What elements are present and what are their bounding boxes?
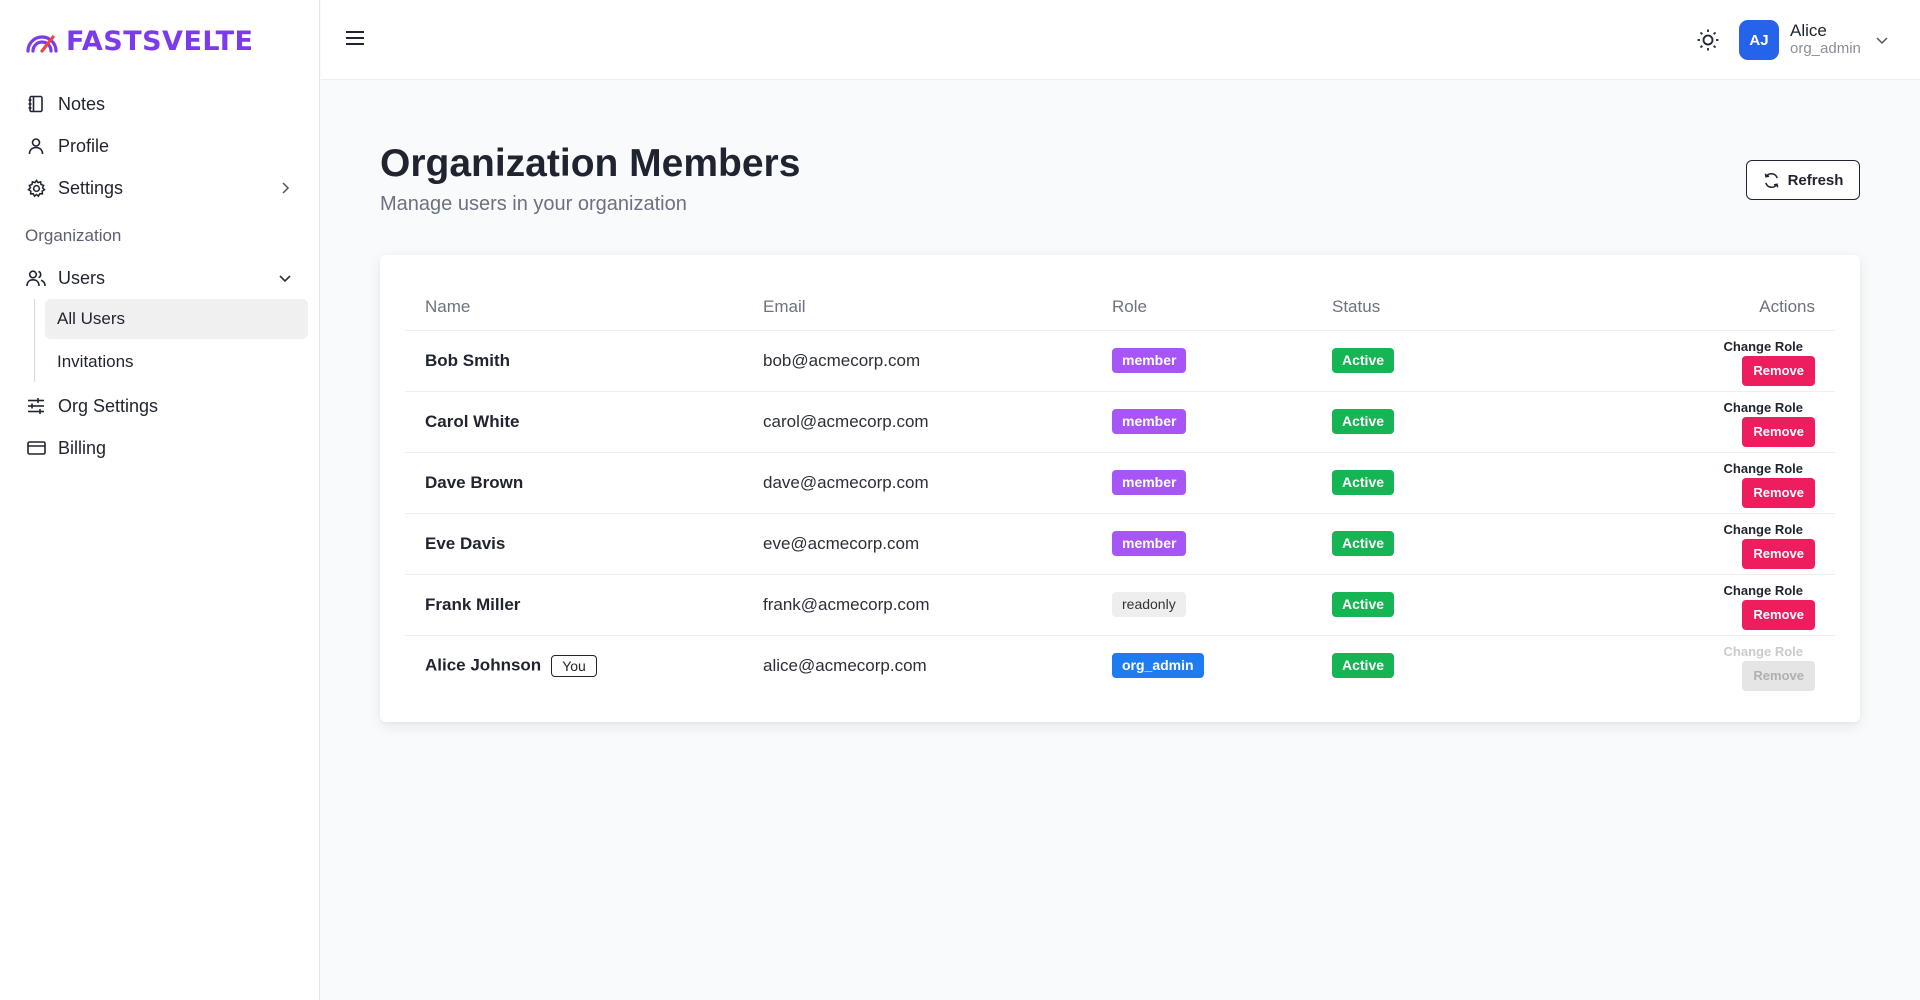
column-header-role: Role: [1092, 285, 1312, 331]
status-badge: Active: [1332, 470, 1395, 495]
column-header-actions: Actions: [1632, 285, 1835, 331]
sidebar-item-profile[interactable]: Profile: [16, 125, 308, 167]
table-row: Alice Johnson You alice@acmecorp.com org_…: [405, 635, 1835, 696]
speedometer-icon: [26, 35, 58, 53]
you-badge: You: [551, 654, 597, 677]
user-info: Alice org_admin: [1790, 22, 1861, 57]
sidebar-section-organization: Organization: [25, 226, 122, 245]
sidebar-item-all-users[interactable]: All Users: [45, 299, 308, 339]
member-email: eve@acmecorp.com: [743, 513, 1092, 575]
change-role-button[interactable]: Change Role: [1724, 400, 1803, 415]
remove-button: Remove: [1742, 660, 1815, 691]
hamburger-menu-icon[interactable]: [343, 26, 367, 50]
member-email: alice@acmecorp.com: [763, 655, 927, 675]
sidebar-item-label: Profile: [58, 135, 110, 156]
member-name-cell: Alice Johnson You: [405, 635, 743, 696]
users-subnav: All Users Invitations: [34, 299, 308, 382]
table-row: Frank Miller frank@acmecorp.com readonly…: [405, 574, 1835, 636]
column-header-email: Email: [743, 285, 1092, 331]
members-table: Name Email Role Status Actions Bob Smith…: [405, 285, 1835, 696]
remove-button[interactable]: Remove: [1742, 599, 1815, 630]
table-header-row: Name Email Role Status Actions: [405, 285, 1835, 331]
members-card: Name Email Role Status Actions Bob Smith…: [380, 255, 1860, 722]
member-email: frank@acmecorp.com: [743, 574, 1092, 636]
status-badge: Active: [1332, 653, 1395, 679]
sidebar-nav: Notes Profile Settings Organization User…: [16, 83, 308, 469]
page-title: Organization Members: [380, 142, 801, 185]
status-badge: Active: [1332, 531, 1395, 556]
remove-button[interactable]: Remove: [1742, 538, 1815, 569]
remove-button[interactable]: Remove: [1742, 477, 1815, 508]
sidebar-item-settings[interactable]: Settings: [16, 167, 308, 209]
table-row: Dave Brown dave@acmecorp.com member Acti…: [405, 452, 1835, 514]
avatar: AJ: [1739, 20, 1779, 60]
sidebar-item-billing[interactable]: Billing: [16, 427, 308, 469]
notebook-icon: [26, 94, 46, 114]
page-subtitle: Manage users in your organization: [380, 193, 687, 215]
status-badge: Active: [1332, 409, 1395, 434]
change-role-button: Change Role: [1723, 643, 1803, 659]
sidebar-item-label: Settings: [58, 177, 124, 198]
remove-button[interactable]: Remove: [1742, 416, 1815, 447]
app-logo-text: FASTSVELTE: [66, 25, 254, 57]
users-icon: [26, 268, 46, 288]
sidebar-item-org-settings[interactable]: Org Settings: [16, 385, 308, 427]
sliders-icon: [26, 396, 46, 416]
column-header-name: Name: [405, 285, 743, 331]
member-name: Bob Smith: [405, 330, 743, 392]
table-row: Eve Davis eve@acmecorp.com member Active…: [405, 513, 1835, 575]
member-name: Frank Miller: [405, 574, 743, 636]
sidebar-item-invitations[interactable]: Invitations: [45, 342, 308, 382]
member-name: Alice Johnson: [425, 655, 542, 675]
role-badge: member: [1112, 409, 1187, 434]
sidebar-item-users[interactable]: Users: [16, 257, 308, 299]
role-badge: member: [1112, 531, 1187, 556]
column-header-status: Status: [1312, 285, 1632, 331]
change-role-button[interactable]: Change Role: [1724, 339, 1803, 354]
sidebar-item-label: Notes: [58, 93, 106, 114]
sidebar: FASTSVELTE Notes Profile Settings Organi…: [0, 0, 320, 1000]
chevron-right-icon: [276, 179, 294, 197]
user-menu[interactable]: AJ Alice org_admin: [1739, 19, 1891, 61]
user-name: Alice: [1790, 21, 1827, 41]
status-badge: Active: [1332, 592, 1395, 617]
user-role: org_admin: [1790, 40, 1861, 58]
refresh-button[interactable]: Refresh: [1746, 160, 1860, 200]
sidebar-item-label: Billing: [58, 437, 107, 458]
member-name: Dave Brown: [405, 452, 743, 514]
member-name: Carol White: [405, 391, 743, 453]
credit-card-icon: [26, 438, 46, 458]
user-icon: [26, 136, 46, 156]
role-badge: member: [1112, 470, 1187, 495]
gear-icon: [26, 178, 46, 198]
top-header: AJ Alice org_admin: [321, 0, 1920, 80]
change-role-button[interactable]: Change Role: [1724, 461, 1803, 476]
role-badge: member: [1112, 348, 1187, 373]
role-badge: readonly: [1112, 592, 1186, 617]
role-badge: org_admin: [1112, 653, 1204, 679]
change-role-button[interactable]: Change Role: [1724, 522, 1803, 537]
app-logo[interactable]: FASTSVELTE: [24, 25, 254, 57]
remove-button[interactable]: Remove: [1742, 355, 1815, 386]
member-email: bob@acmecorp.com: [743, 330, 1092, 392]
refresh-button-label: Refresh: [1787, 171, 1844, 189]
sidebar-item-label: Org Settings: [58, 395, 159, 416]
chevron-down-icon: [276, 269, 294, 287]
member-email: carol@acmecorp.com: [743, 391, 1092, 453]
sidebar-item-label: Users: [58, 267, 106, 288]
member-name: Eve Davis: [405, 513, 743, 575]
member-email: dave@acmecorp.com: [743, 452, 1092, 514]
table-row: Bob Smith bob@acmecorp.com member Active…: [405, 330, 1835, 392]
sun-icon[interactable]: [1696, 28, 1720, 52]
table-row: Carol White carol@acmecorp.com member Ac…: [405, 391, 1835, 453]
chevron-down-icon: [1876, 37, 1888, 45]
change-role-button[interactable]: Change Role: [1724, 583, 1803, 598]
sidebar-item-notes[interactable]: Notes: [16, 83, 308, 125]
refresh-icon: [1764, 172, 1778, 188]
status-badge: Active: [1332, 348, 1395, 373]
